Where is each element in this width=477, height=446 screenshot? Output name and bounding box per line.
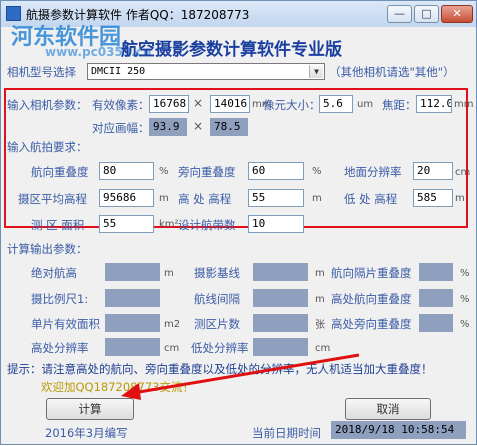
app-window: 航摄参数计算软件 作者QQ：187208773 — □ ✕ 河东软件园 www.… [0,0,477,445]
annotation-arrow-icon [121,353,360,400]
